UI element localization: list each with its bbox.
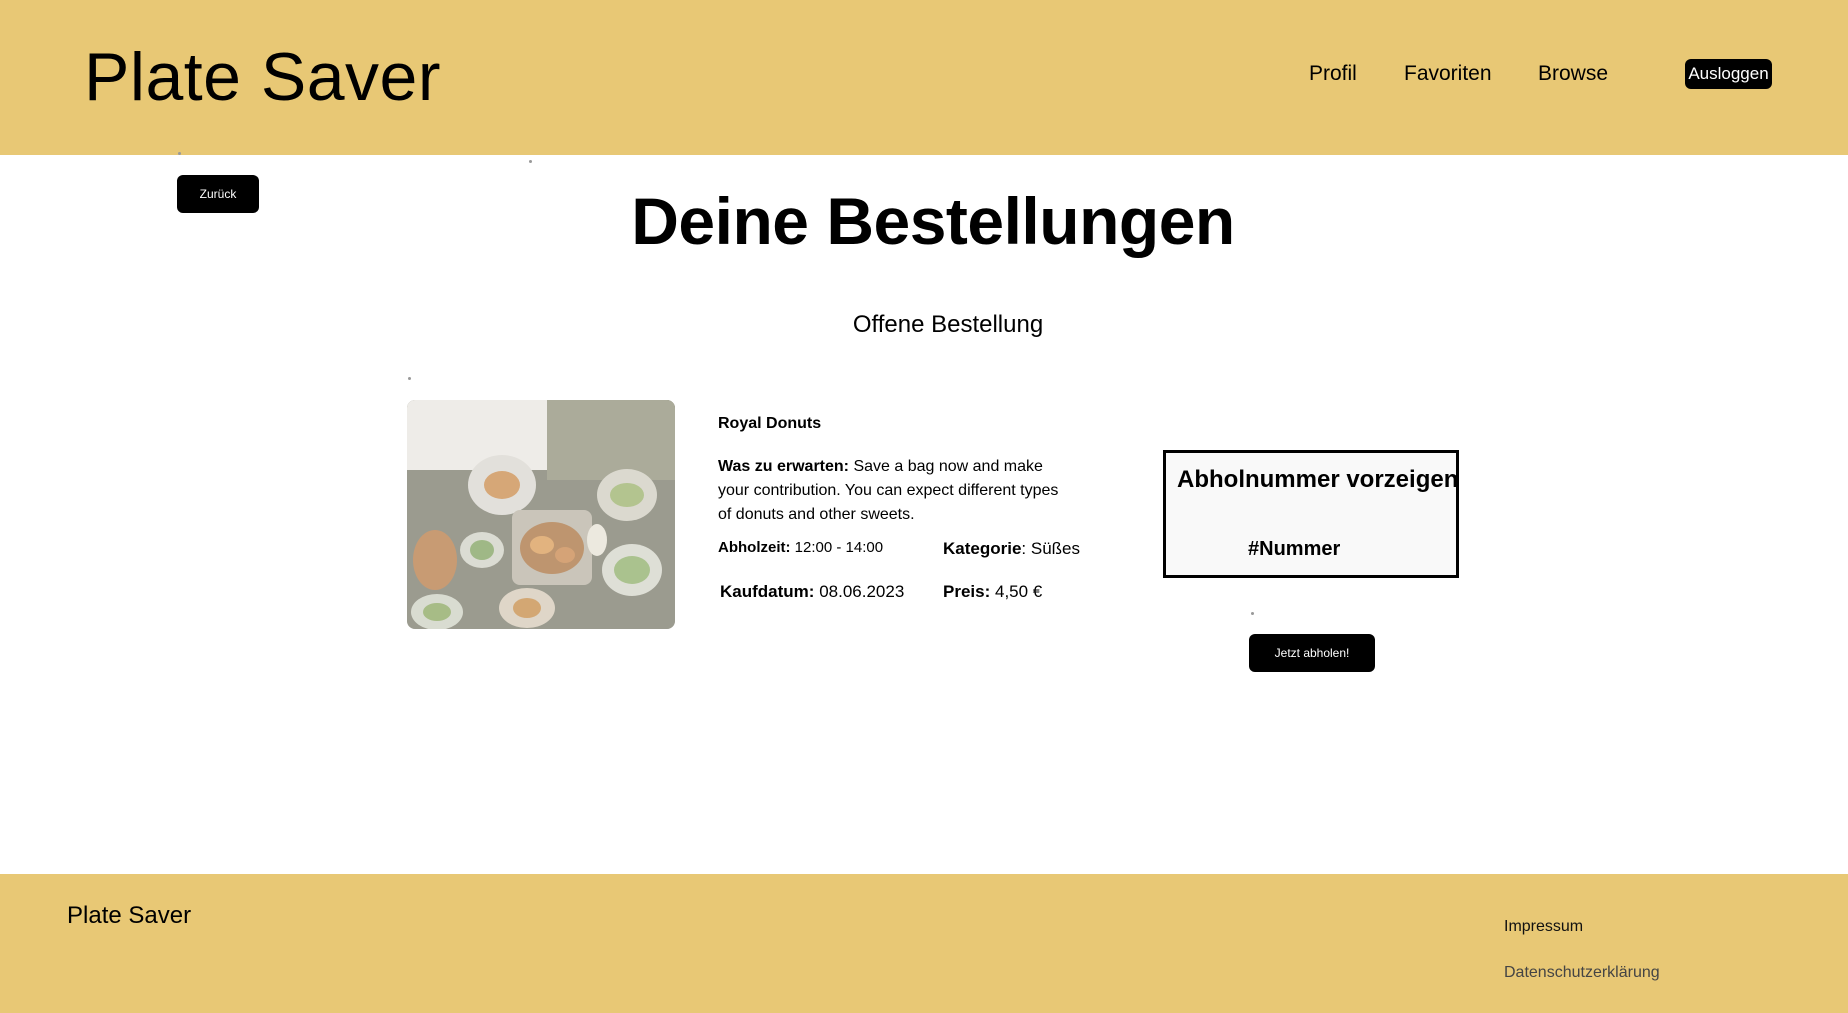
decorative-dot xyxy=(408,377,411,380)
purchase-date: Kaufdatum: 08.06.2023 xyxy=(720,582,904,602)
top-header: Plate Saver Profil Favoriten Browse Ausl… xyxy=(0,0,1848,155)
collect-now-button[interactable]: Jetzt abholen! xyxy=(1249,634,1375,672)
decorative-dot xyxy=(178,152,181,155)
expect-label: Was zu erwarten: xyxy=(718,458,849,475)
category-value: Süßes xyxy=(1030,539,1081,558)
nav-favoriten[interactable]: Favoriten xyxy=(1404,62,1492,86)
order-description: Was zu erwarten: Save a bag now and make… xyxy=(718,455,1068,527)
category-label: Kategorie xyxy=(943,539,1022,558)
purchase-date-value: 08.06.2023 xyxy=(819,582,905,601)
category: Kategorie: Süßes xyxy=(943,539,1081,558)
footer-link-impressum[interactable]: Impressum xyxy=(1504,918,1583,936)
footer: Plate Saver Impressum Datenschutzerkläru… xyxy=(0,874,1848,1013)
nav-browse[interactable]: Browse xyxy=(1538,62,1608,86)
pickup-time-value: 12:00 - 14:00 xyxy=(794,539,884,556)
footer-brand: Plate Saver xyxy=(67,902,192,929)
nav-profil[interactable]: Profil xyxy=(1309,62,1357,86)
price: Preis: 4,50 € xyxy=(943,582,1042,602)
pickup-title: Abholnummer vorzeigen xyxy=(1177,466,1459,493)
decorative-dot xyxy=(1251,612,1254,615)
pickup-time: Abholzeit: 12:00 - 14:00 xyxy=(718,539,883,556)
purchase-date-label: Kaufdatum: xyxy=(720,582,815,601)
page-title: Deine Bestellungen xyxy=(631,184,1235,258)
pickup-time-label: Abholzeit: xyxy=(718,539,791,556)
food-image xyxy=(407,400,675,629)
brand-logo[interactable]: Plate Saver xyxy=(84,38,441,116)
decorative-dot xyxy=(529,160,532,163)
logout-button[interactable]: Ausloggen xyxy=(1685,59,1772,89)
section-title: Offene Bestellung xyxy=(852,311,1044,338)
price-label: Preis: xyxy=(943,582,991,601)
price-value: 4,50 € xyxy=(994,582,1043,601)
pickup-number: #Nummer xyxy=(1248,538,1341,560)
shop-name: Royal Donuts xyxy=(718,415,822,432)
pickup-number-box: Abholnummer vorzeigen #Nummer xyxy=(1163,450,1459,578)
footer-link-datenschutz[interactable]: Datenschutzerklärung xyxy=(1504,964,1660,982)
